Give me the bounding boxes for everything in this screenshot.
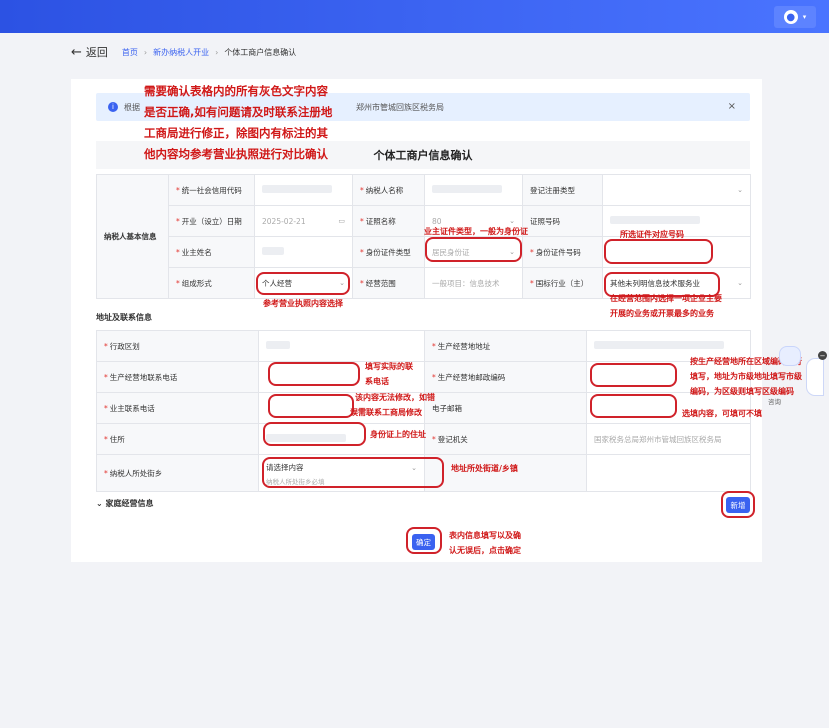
biz-scope-field: 一般项目：信息技术 <box>424 267 523 299</box>
user-menu-button[interactable]: ● ▾ <box>774 6 816 28</box>
open-date-label: * 开业（设立）日期 <box>168 205 255 237</box>
annotation-town: 地址所处街道/乡镇 <box>451 464 518 473</box>
owner-phone-label: * 业主联系电话 <box>96 392 259 424</box>
uscc-label: * 统一社会信用代码 <box>168 174 255 206</box>
reg-type-label: 登记注册类型 <box>522 174 603 206</box>
uscc-field <box>254 174 353 206</box>
admin-division-field[interactable] <box>258 330 425 362</box>
email-label: 电子邮箱 <box>424 392 587 424</box>
user-avatar-icon: ● <box>783 10 798 24</box>
arrow-left-icon: ← <box>71 44 82 60</box>
chevron-down-icon: ⌄ <box>509 217 515 225</box>
highlight-ring <box>721 491 755 518</box>
biz-phone-label: * 生产经营地联系电话 <box>96 361 259 393</box>
calendar-icon: ▭ <box>338 217 345 225</box>
residence-label: * 住所 <box>96 423 259 455</box>
highlight-ring <box>268 394 354 418</box>
biz-postcode-label: * 生产经营地邮政编码 <box>424 361 587 393</box>
owner-name-label: * 业主姓名 <box>168 236 255 268</box>
annotation-biz-phone-1: 填写实际的联 <box>365 362 413 371</box>
top-bar: ● ▾ <box>0 0 829 33</box>
section-address: 地址及联系信息 <box>96 313 152 322</box>
annotation-postcode-2: 填写，地址为市级地址填写市级 <box>690 372 802 381</box>
highlight-ring <box>263 422 366 446</box>
notice-text-end: 郑州市管城回族区税务局 <box>356 102 444 112</box>
notice-text-start: 根据 <box>124 102 140 112</box>
chevron-down-icon: ⌄ <box>737 279 743 287</box>
back-button[interactable]: ← 返回 <box>71 44 108 60</box>
annotation-industry-1: 在经营范围内选择一项企业主要 <box>610 294 722 303</box>
highlight-ring <box>604 239 713 264</box>
chevron-down-icon: ⌄ <box>96 499 103 508</box>
caret-down-icon: ▾ <box>802 13 807 21</box>
breadcrumb-home-link[interactable]: 首页 <box>122 47 138 58</box>
admin-division-label: * 行政区划 <box>96 330 259 362</box>
biz-address-label: * 生产经营地地址 <box>424 330 587 362</box>
section-basic-info: 纳税人基本信息 <box>96 174 169 299</box>
reg-type-select[interactable]: ⌄ <box>602 174 751 206</box>
highlight-ring <box>256 272 350 295</box>
industry-label: * 国标行业（主） <box>522 267 603 299</box>
taxpayer-name-label: * 纳税人名称 <box>352 174 425 206</box>
close-icon[interactable]: × <box>728 101 736 112</box>
table-row: 纳税人基本信息 * 统一社会信用代码 * 纳税人名称 登记注册类型 ⌄ <box>96 174 751 299</box>
main-instruction-annotation: 需要确认表格内的所有灰色文字内容 是否正确,如有问题请及时联系注册地 工商局进行… <box>144 84 333 161</box>
breadcrumb-separator: › <box>215 47 219 57</box>
id-no-label: * 身份证件号码 <box>522 236 603 268</box>
annotation-residence: 身份证上的住址 <box>370 430 426 439</box>
annotation-id-no: 所选证件对应号码 <box>620 230 684 239</box>
highlight-ring <box>425 237 522 262</box>
highlight-ring <box>406 527 442 554</box>
annotation-biz-phone-2: 系电话 <box>365 377 389 386</box>
back-label: 返回 <box>85 46 108 59</box>
breadcrumb: ← 返回 首页 › 新办纳税人开业 › 个体工商户信息确认 <box>0 33 829 71</box>
breadcrumb-current: 个体工商户信息确认 <box>224 47 297 57</box>
info-icon: i <box>108 102 118 112</box>
taxpayer-name-field <box>424 174 523 206</box>
open-date-field[interactable]: 2025-02-21 ▭ <box>254 205 353 237</box>
annotation-owner-phone-1: 该内容无法修改，如错 <box>355 393 435 402</box>
highlight-ring <box>590 394 677 418</box>
org-form-label: * 组成形式 <box>168 267 255 299</box>
table-row: * 行政区划 * 生产经营地地址 <box>96 330 751 362</box>
annotation-confirm-2: 认无误后，点击确定 <box>449 546 521 555</box>
breadcrumb-open-business-link[interactable]: 新办纳税人开业 <box>153 47 209 58</box>
consult-tag: 咨询 <box>768 398 781 406</box>
reg-authority-field: 国家税务总局郑州市管城回族区税务局 <box>586 423 751 455</box>
form-title: 个体工商户信息确认 <box>373 149 473 162</box>
biz-scope-label: * 经营范围 <box>352 267 425 299</box>
annotation-org-form: 参考营业执照内容选择 <box>263 299 343 308</box>
consult-float-button[interactable] <box>806 358 824 396</box>
collapse-badge-icon[interactable]: − <box>818 351 827 360</box>
annotation-owner-phone-2: 误需联系工商局修改 <box>350 408 422 417</box>
highlight-ring <box>262 457 444 488</box>
annotation-id-type: 业主证件类型，一般为身份证 <box>424 227 528 236</box>
reg-authority-label: * 登记机关 <box>424 423 587 455</box>
highlight-ring <box>268 362 360 386</box>
license-name-label: * 证照名称 <box>352 205 425 237</box>
license-no-label: 证照号码 <box>522 205 603 237</box>
town-empty-field <box>586 454 751 492</box>
annotation-email: 选填内容，可填可不填 <box>682 409 762 418</box>
breadcrumb-separator: › <box>143 47 148 57</box>
id-type-label: * 身份证件类型 <box>352 236 425 268</box>
owner-name-field <box>254 236 353 268</box>
highlight-ring <box>590 363 677 387</box>
consult-bubble-icon[interactable] <box>779 346 801 366</box>
town-label: * 纳税人所处街乡 <box>96 454 259 492</box>
section-family[interactable]: ⌄ 家庭经营信息 <box>96 498 154 509</box>
chevron-down-icon: ⌄ <box>737 186 743 194</box>
annotation-confirm-1: 表内信息填写以及确 <box>449 531 521 540</box>
annotation-industry-2: 开展的业务或开票最多的业务 <box>610 309 714 318</box>
